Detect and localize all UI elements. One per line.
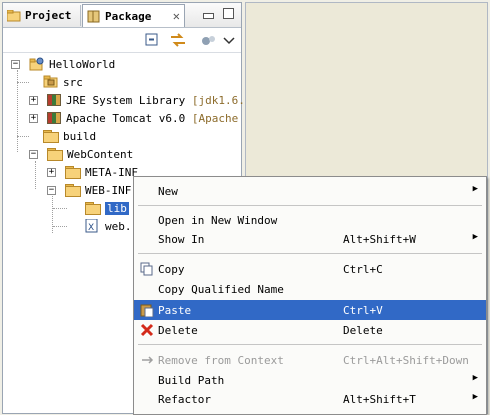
project-explorer-icon [6,9,21,22]
tree-item-label: WEB-INF [85,183,132,197]
menu-item-label: Build Path [158,374,225,387]
source-folder-icon [43,75,58,88]
tree-item-label: lib [105,201,129,215]
folder-icon [65,184,81,197]
tab-package[interactable]: Package ✕ [82,4,185,27]
tree-item-label: META-INF [85,165,138,179]
menu-separator [138,344,482,345]
tree-item-label: web. [105,219,132,233]
collapse-all-icon[interactable] [145,33,159,47]
tab-label: Project [25,9,72,22]
tree-guide-line [53,208,67,209]
minimize-button[interactable] [203,13,214,19]
menu-item-label: Show In [158,233,205,246]
package-explorer-icon [87,10,101,23]
menu-item-label: Delete [158,324,198,337]
tree-item-meta-inf[interactable]: + META-INF [45,163,138,181]
menu-item-refactor[interactable]: Refactor Alt+Shift+T ▶ [134,389,486,409]
menu-item-build-path[interactable]: Build Path ▶ [134,370,486,390]
menu-item-delete[interactable]: Delete Delete [134,320,486,340]
menu-item-new[interactable]: New ▶ [134,181,486,201]
context-menu: New ▶ Open in New Window Show In Alt+Shi… [133,176,487,415]
tree-item-src[interactable]: src [17,73,83,91]
tree-item-helloworld[interactable]: − HelloWorld [9,55,115,73]
menu-separator [138,205,482,206]
view-toolbar [3,28,241,53]
tree-item-label: src [63,75,83,89]
menu-item-show-in[interactable]: Show In Alt+Shift+W ▶ [134,229,486,249]
tree-item-web-inf[interactable]: − WEB-INF [45,181,131,199]
menu-item-label: Refactor [158,393,211,406]
menu-separator [138,253,482,254]
maximize-button[interactable] [223,8,234,19]
tree-item-jre-library[interactable]: + JRE System Library [jdk1.6.0 [27,91,251,109]
menu-item-label: Remove from Context [158,354,284,367]
library-icon [47,112,61,124]
tree-item-lib[interactable]: lib [53,199,129,217]
view-tab-bar: Project Package ✕ [3,3,241,28]
paste-icon [140,304,154,317]
tree-item-tomcat-library[interactable]: + Apache Tomcat v6.0 [Apache T [27,109,251,127]
library-icon [47,94,61,106]
tree-item-decoration: [jdk1.6.0 [191,93,252,107]
submenu-arrow-icon: ▶ [472,392,478,402]
menu-item-accelerator: Ctrl+C [343,263,383,276]
folder-icon [47,148,63,161]
tree-guide-line [53,226,67,227]
menu-item-accelerator: Ctrl+Alt+Shift+Down [343,354,469,367]
menu-item-label: Paste [158,304,192,317]
tab-label: Package [105,9,152,23]
tree-item-label: JRE System Library [66,93,186,107]
menu-item-copy-qualified-name[interactable]: Copy Qualified Name [134,279,486,299]
menu-item-open-in-new-window[interactable]: Open in New Window [134,210,486,230]
menu-item-accelerator: Alt+Shift+W [343,233,416,246]
tree-item-webcontent[interactable]: − WebContent [27,145,133,163]
submenu-arrow-icon: ▶ [472,373,478,383]
menu-item-remove-from-context[interactable]: Remove from Context Ctrl+Alt+Shift+Down [134,350,486,370]
project-icon [29,57,44,71]
tree-item-label: WebContent [67,147,134,161]
submenu-arrow-icon: ▶ [472,184,478,194]
tree-item-decoration: [Apache T [191,111,252,125]
tree-guide-line [35,161,36,189]
collapse-icon[interactable]: − [47,186,56,195]
delete-icon [140,323,154,337]
expand-icon[interactable]: + [47,168,56,177]
copy-icon [140,262,153,276]
tab-project[interactable]: Project [3,5,81,26]
tree-item-build[interactable]: build [17,127,97,145]
menu-item-accelerator: Ctrl+V [343,304,383,317]
expand-icon[interactable]: + [29,96,38,105]
tree-guide-line [17,82,29,83]
expand-icon[interactable]: + [29,114,38,123]
close-icon[interactable]: ✕ [173,9,180,23]
tree-item-web-xml[interactable]: X web. [53,217,132,235]
menu-item-accelerator: Alt+Shift+T [343,393,416,406]
folder-icon [43,130,59,143]
tree-item-label: Apache Tomcat v6.0 [66,111,186,125]
submenu-arrow-icon: ▶ [472,232,478,242]
menu-item-label: Copy Qualified Name [158,283,284,296]
menu-item-label: New [158,185,178,198]
menu-item-paste[interactable]: Paste Ctrl+V [134,300,486,320]
tree-guide-line [52,193,53,233]
xml-file-icon: X [85,219,98,233]
chevron-down-icon[interactable] [223,33,235,47]
menu-item-copy[interactable]: Copy Ctrl+C [134,259,486,279]
folder-icon [65,166,81,179]
tree-item-label: HelloWorld [49,57,116,71]
menu-item-label: Copy [158,263,185,276]
menu-item-label: Open in New Window [158,214,278,227]
collapse-icon[interactable]: − [29,150,38,159]
view-menu-icon[interactable] [201,33,219,47]
link-with-editor-icon[interactable] [169,33,187,47]
collapse-icon[interactable]: − [11,60,20,69]
folder-open-icon [85,202,101,215]
tree-guide-line [17,136,29,137]
remove-icon [142,356,154,364]
tree-item-label: build [63,129,97,143]
svg-text:X: X [88,223,94,233]
menu-item-accelerator: Delete [343,324,383,337]
